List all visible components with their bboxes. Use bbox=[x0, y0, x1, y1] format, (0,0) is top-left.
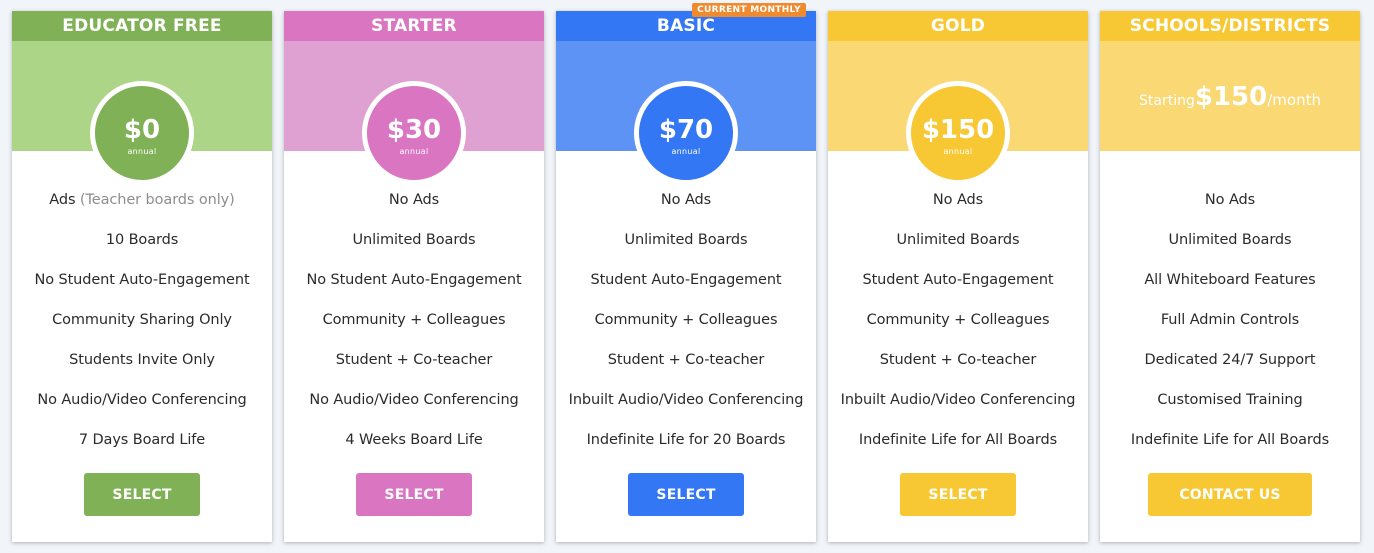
ads-label: Ads bbox=[49, 192, 76, 208]
select-basic-button[interactable]: SELECT bbox=[628, 473, 744, 516]
plan-card-starter: STARTER $30 annual No Ads Unlimited Boar… bbox=[284, 11, 544, 542]
price-circle: $70 annual bbox=[634, 81, 738, 185]
plan-title: STARTER bbox=[284, 11, 544, 41]
feature-item: 7 Days Board Life bbox=[78, 432, 206, 448]
feature-item: Student Auto-Engagement bbox=[590, 272, 782, 288]
feature-item: Student + Co-teacher bbox=[335, 352, 493, 368]
feature-item: Ads (Teacher boards only) bbox=[12, 188, 272, 228]
select-gold-button[interactable]: SELECT bbox=[900, 473, 1016, 516]
feature-item: No Ads bbox=[660, 192, 712, 208]
price-circle: $30 annual bbox=[362, 81, 466, 185]
plan-title: GOLD bbox=[828, 11, 1088, 41]
feature-item: No Audio/Video Conferencing bbox=[309, 392, 519, 408]
feature-item: All Whiteboard Features bbox=[1144, 272, 1316, 288]
plan-card-gold: GOLD $150 annual No Ads Unlimited Boards… bbox=[828, 11, 1088, 542]
price-period: annual bbox=[127, 146, 157, 156]
feature-item: No Ads bbox=[388, 192, 440, 208]
current-plan-badge: CURRENT MONTHLY bbox=[692, 3, 806, 17]
plan-hero: $30 annual bbox=[284, 41, 544, 185]
price-period: annual bbox=[399, 146, 429, 156]
plan-hero: $70 annual bbox=[556, 41, 816, 185]
feature-item: Indefinite Life for All Boards bbox=[858, 432, 1058, 448]
feature-item: Full Admin Controls bbox=[1160, 312, 1300, 328]
feature-item: 10 Boards bbox=[105, 232, 179, 248]
feature-item: Student + Co-teacher bbox=[607, 352, 765, 368]
select-educator-free-button[interactable]: SELECT bbox=[84, 473, 200, 516]
price-amount: $150 bbox=[921, 114, 995, 145]
plan-card-basic: CURRENT MONTHLY BASIC $70 annual No Ads … bbox=[556, 3, 816, 542]
price-circle: $150 annual bbox=[906, 81, 1010, 185]
price-amount: $70 bbox=[658, 114, 714, 145]
price-inline: Starting $150 /month bbox=[1139, 82, 1321, 112]
plan-title: EDUCATOR FREE bbox=[12, 11, 272, 41]
feature-item: Indefinite Life for 20 Boards bbox=[586, 432, 786, 448]
feature-item: Unlimited Boards bbox=[1168, 232, 1292, 248]
feature-item: Community Sharing Only bbox=[52, 312, 232, 328]
feature-list: Ads (Teacher boards only) 10 Boards No S… bbox=[12, 188, 272, 468]
pricing-plans: EDUCATOR FREE $0 annual Ads (Teacher boa… bbox=[12, 3, 1372, 542]
plan-card-educator-free: EDUCATOR FREE $0 annual Ads (Teacher boa… bbox=[12, 11, 272, 542]
plan-card-schools-districts: SCHOOLS/DISTRICTS Starting $150 /month N… bbox=[1100, 11, 1360, 542]
plan-hero: $150 annual bbox=[828, 41, 1088, 185]
feature-list: No Ads Unlimited Boards Student Auto-Eng… bbox=[556, 188, 816, 468]
price-amount: $150 bbox=[1194, 82, 1268, 112]
feature-item: 4 Weeks Board Life bbox=[345, 432, 483, 448]
feature-item: Student Auto-Engagement bbox=[862, 272, 1054, 288]
price-period: annual bbox=[943, 146, 973, 156]
price-amount: $0 bbox=[123, 114, 161, 145]
feature-item: No Ads bbox=[1204, 192, 1256, 208]
contact-us-button[interactable]: CONTACT US bbox=[1148, 473, 1312, 516]
feature-list: No Ads Unlimited Boards No Student Auto-… bbox=[284, 188, 544, 468]
price-period: annual bbox=[671, 146, 701, 156]
feature-item: Community + Colleagues bbox=[594, 312, 778, 328]
price-prefix: Starting bbox=[1139, 93, 1195, 109]
feature-item: Students Invite Only bbox=[69, 352, 215, 368]
feature-item: No Student Auto-Engagement bbox=[306, 272, 522, 288]
feature-list: No Ads Unlimited Boards Student Auto-Eng… bbox=[828, 188, 1088, 468]
price-circle: $0 annual bbox=[90, 81, 194, 185]
feature-item: Inbuilt Audio/Video Conferencing bbox=[840, 392, 1076, 408]
price-amount: $30 bbox=[386, 114, 442, 145]
feature-item: Indefinite Life for All Boards bbox=[1130, 432, 1330, 448]
feature-item: Inbuilt Audio/Video Conferencing bbox=[568, 392, 804, 408]
feature-item: Unlimited Boards bbox=[352, 232, 476, 248]
feature-item: Student + Co-teacher bbox=[879, 352, 1037, 368]
plan-title: SCHOOLS/DISTRICTS bbox=[1100, 11, 1360, 41]
feature-item: Customised Training bbox=[1157, 392, 1303, 408]
price-suffix: /month bbox=[1267, 91, 1321, 109]
ads-note: (Teacher boards only) bbox=[79, 192, 235, 208]
feature-item: No Audio/Video Conferencing bbox=[37, 392, 247, 408]
feature-item: Community + Colleagues bbox=[866, 312, 1050, 328]
feature-item: No Student Auto-Engagement bbox=[34, 272, 250, 288]
feature-item: Dedicated 24/7 Support bbox=[1144, 352, 1316, 368]
feature-item: Unlimited Boards bbox=[896, 232, 1020, 248]
select-starter-button[interactable]: SELECT bbox=[356, 473, 472, 516]
plan-hero: Starting $150 /month bbox=[1100, 41, 1360, 151]
feature-item: No Ads bbox=[932, 192, 984, 208]
feature-item: Unlimited Boards bbox=[624, 232, 748, 248]
feature-list: No Ads Unlimited Boards All Whiteboard F… bbox=[1100, 188, 1360, 468]
feature-item: Community + Colleagues bbox=[322, 312, 506, 328]
plan-hero: $0 annual bbox=[12, 41, 272, 185]
